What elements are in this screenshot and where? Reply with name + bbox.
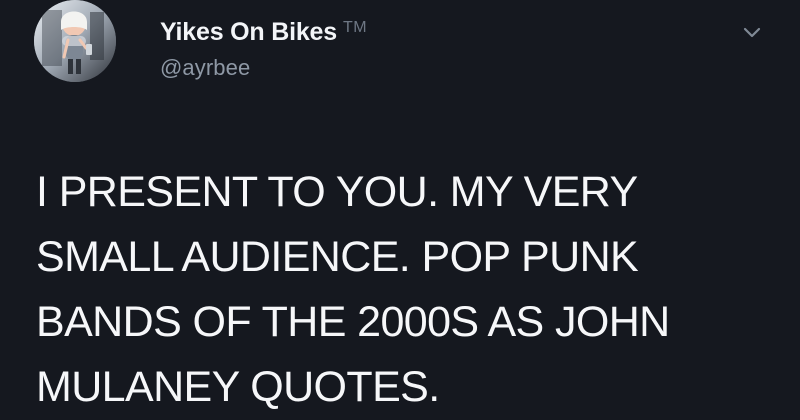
tweet-card: Yikes On Bikes TM @ayrbee I PRESENT TO Y… [0,0,800,420]
user-handle[interactable]: @ayrbee [160,55,367,81]
display-name[interactable]: Yikes On Bikes [160,18,337,47]
avatar[interactable] [34,0,116,82]
tweet-text: I PRESENT TO YOU. MY VERY SMALL AUDIENCE… [36,168,670,411]
chevron-down-icon[interactable] [740,20,764,44]
tm-label: TM [342,19,368,36]
display-name-row: Yikes On Bikes TM [160,18,367,47]
user-info: Yikes On Bikes TM @ayrbee [160,18,367,81]
